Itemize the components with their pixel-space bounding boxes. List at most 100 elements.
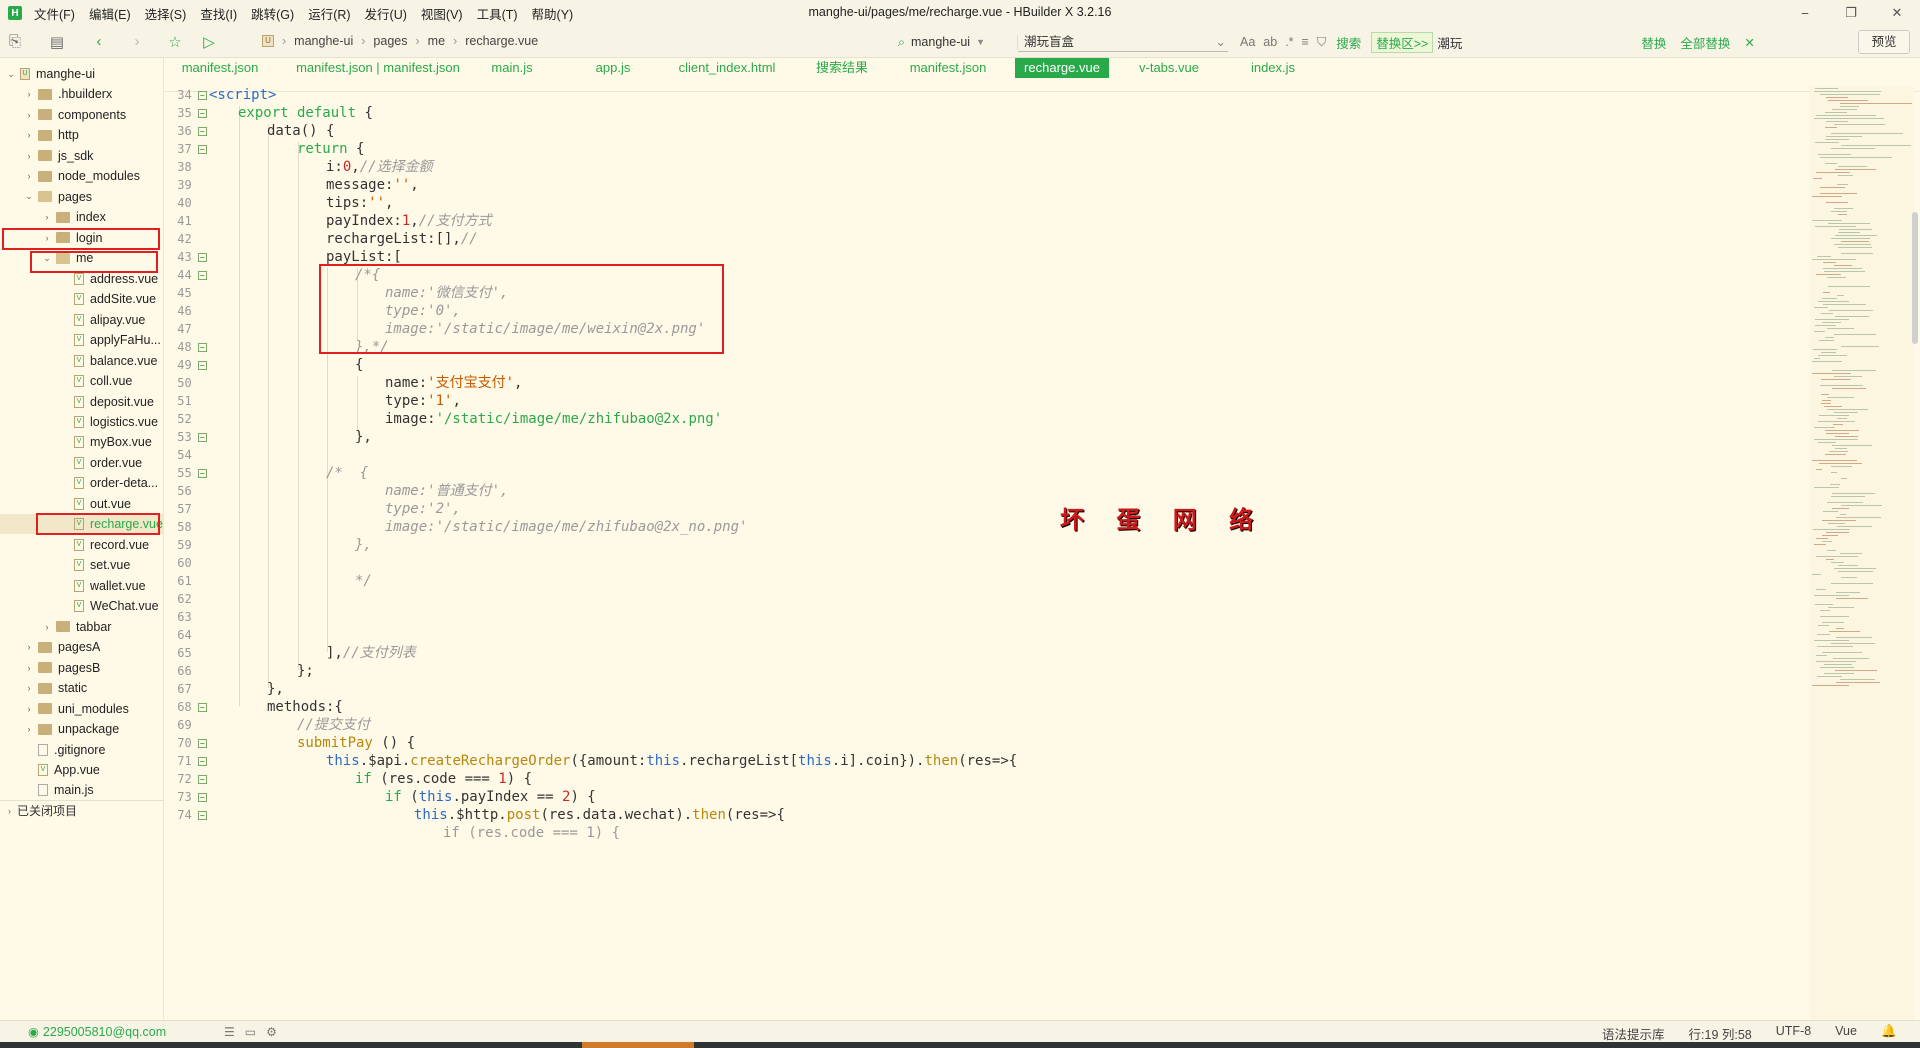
fold-marker-icon[interactable]: − bbox=[196, 87, 209, 103]
fold-marker-icon[interactable]: − bbox=[196, 339, 209, 355]
tab-main-js[interactable]: main.js bbox=[485, 58, 539, 78]
collapse-icon[interactable]: − bbox=[197, 360, 207, 370]
collapse-icon[interactable]: − bbox=[197, 810, 207, 820]
tree-item-coll-vue[interactable]: Vcoll.vue bbox=[0, 371, 164, 391]
collapse-icon[interactable]: − bbox=[197, 702, 207, 712]
menu-goto[interactable]: 跳转(G) bbox=[251, 4, 294, 23]
tab-client-index-html[interactable]: client_index.html bbox=[675, 58, 779, 78]
closed-projects[interactable]: › 已关闭项目 bbox=[0, 800, 163, 820]
close-window-icon[interactable]: ✕ bbox=[1874, 0, 1920, 26]
tree-item-wechat-vue[interactable]: V WeChat.vue bbox=[0, 596, 164, 616]
tab-recharge-vue[interactable]: recharge.vue bbox=[1015, 58, 1109, 78]
tree-item-main-js[interactable]: main.js bbox=[0, 780, 164, 800]
collapse-icon[interactable]: − bbox=[197, 738, 207, 748]
chevron-down-icon[interactable]: ⌄ bbox=[6, 69, 16, 80]
tab-app-js[interactable]: app.js bbox=[593, 58, 633, 78]
collapse-icon[interactable]: − bbox=[197, 468, 207, 478]
collapse-icon[interactable]: − bbox=[197, 252, 207, 262]
fold-marker-icon[interactable]: − bbox=[196, 123, 209, 139]
regex-icon[interactable]: .* bbox=[1285, 35, 1293, 49]
tree-item-components[interactable]: › components bbox=[0, 105, 164, 125]
breadcrumb-item[interactable]: me bbox=[428, 34, 445, 48]
collapse-icon[interactable]: − bbox=[197, 774, 207, 784]
tree-item-alipay-vue[interactable]: Valipay.vue bbox=[0, 310, 164, 330]
chevron-right-icon[interactable]: › bbox=[24, 642, 34, 652]
fold-marker-icon[interactable]: − bbox=[196, 699, 209, 715]
preview-button[interactable]: 预览 bbox=[1858, 30, 1910, 54]
forward-icon[interactable]: › bbox=[122, 33, 152, 50]
file-encoding[interactable]: UTF-8 bbox=[1776, 1024, 1811, 1043]
tab-manifest-json[interactable]: manifest.json bbox=[177, 58, 263, 78]
tree-item-order-deta[interactable]: Vorder-deta... bbox=[0, 473, 164, 493]
chevron-right-icon[interactable]: › bbox=[24, 171, 34, 181]
fold-marker-icon[interactable]: − bbox=[196, 105, 209, 121]
replace-all-button[interactable]: 全部替换 bbox=[1680, 33, 1730, 52]
favorite-star-icon[interactable]: ☆ bbox=[160, 33, 190, 51]
chevron-right-icon[interactable]: › bbox=[24, 89, 34, 99]
breadcrumb-item[interactable]: recharge.vue bbox=[465, 34, 538, 48]
collapse-icon[interactable]: − bbox=[197, 342, 207, 352]
tree-item-pages[interactable]: ⌄ pages bbox=[0, 187, 164, 207]
fold-marker-icon[interactable]: − bbox=[196, 429, 209, 445]
tree-item-logistics-vue[interactable]: Vlogistics.vue bbox=[0, 412, 164, 432]
tree-item-out-vue[interactable]: Vout.vue bbox=[0, 494, 164, 514]
tree-item-record-vue[interactable]: Vrecord.vue bbox=[0, 535, 164, 555]
replace-area-toggle[interactable]: 替换区>> bbox=[1371, 31, 1434, 53]
restore-icon[interactable]: ❐ bbox=[1828, 0, 1874, 26]
collapse-icon[interactable]: − bbox=[197, 108, 207, 118]
fold-marker-icon[interactable]: − bbox=[196, 807, 209, 823]
chevron-down-icon[interactable]: ⌄ bbox=[1216, 32, 1226, 52]
collapse-icon[interactable]: − bbox=[197, 270, 207, 280]
menu-publish[interactable]: 发行(U) bbox=[365, 4, 407, 23]
fold-marker-icon[interactable]: − bbox=[196, 753, 209, 769]
file-language[interactable]: Vue bbox=[1835, 1024, 1857, 1043]
chevron-right-icon[interactable]: › bbox=[42, 212, 52, 222]
tree-item-js-sdk[interactable]: › js_sdk bbox=[0, 146, 164, 166]
tree-item-hbuilderx[interactable]: › .hbuilderx bbox=[0, 84, 164, 104]
chevron-right-icon[interactable]: › bbox=[24, 704, 34, 714]
tree-item-set-vue[interactable]: Vset.vue bbox=[0, 555, 164, 575]
tree-item-wallet-vue[interactable]: Vwallet.vue bbox=[0, 576, 164, 596]
chevron-right-icon[interactable]: › bbox=[24, 110, 34, 120]
collapse-icon[interactable]: − bbox=[197, 792, 207, 802]
filter-icon[interactable]: ⛉ bbox=[1317, 35, 1326, 50]
close-search-icon[interactable]: ✕ bbox=[1744, 35, 1754, 50]
tree-item-http[interactable]: › http bbox=[0, 125, 164, 145]
scrollbar-thumb[interactable] bbox=[1912, 212, 1918, 344]
tree-item-mybox-vue[interactable]: VmyBox.vue bbox=[0, 432, 164, 452]
breadcrumb-item[interactable]: manghe-ui bbox=[294, 34, 353, 48]
search-input[interactable]: 潮玩盲盒 ⌄ bbox=[1018, 32, 1228, 52]
tree-item-manghe-ui[interactable]: ⌄ Umanghe-ui bbox=[0, 64, 164, 84]
chevron-down-icon[interactable]: ⌄ bbox=[24, 191, 34, 202]
chevron-right-icon[interactable]: › bbox=[24, 130, 34, 140]
tree-item-unpackage[interactable]: › unpackage bbox=[0, 719, 164, 739]
menu-run[interactable]: 运行(R) bbox=[308, 4, 350, 23]
collapse-icon[interactable]: − bbox=[197, 432, 207, 442]
menu-help[interactable]: 帮助(Y) bbox=[532, 4, 574, 23]
fold-marker-icon[interactable]: − bbox=[196, 789, 209, 805]
fold-marker-icon[interactable]: − bbox=[196, 267, 209, 283]
match-case-icon[interactable]: Aa bbox=[1240, 35, 1255, 49]
run-icon[interactable]: ▷ bbox=[194, 33, 224, 51]
fold-marker-icon[interactable]: − bbox=[196, 249, 209, 265]
whole-word-icon[interactable]: ab bbox=[1263, 35, 1277, 49]
tree-item-gitignore[interactable]: .gitignore bbox=[0, 740, 164, 760]
replace-input[interactable]: 潮玩 bbox=[1437, 33, 1637, 52]
cursor-position[interactable]: 行:19 列:58 bbox=[1689, 1024, 1752, 1043]
tab-index-js[interactable]: index.js bbox=[1245, 58, 1301, 78]
breadcrumb-item[interactable]: pages bbox=[373, 34, 407, 48]
chevron-right-icon[interactable]: › bbox=[24, 724, 34, 734]
tab-manifest-json-split[interactable]: manifest.json | manifest.json bbox=[289, 58, 467, 78]
list-icon[interactable]: ☰ bbox=[224, 1025, 235, 1039]
tree-item-static[interactable]: › static bbox=[0, 678, 164, 698]
minimize-icon[interactable]: ⎯ bbox=[1782, 0, 1828, 26]
replace-button[interactable]: 替换 bbox=[1641, 33, 1666, 52]
tree-item-tabbar[interactable]: › tabbar bbox=[0, 617, 164, 637]
tree-item-pagesa[interactable]: › pagesA bbox=[0, 637, 164, 657]
new-file-icon[interactable]: ⎘ bbox=[0, 33, 30, 50]
menu-tools[interactable]: 工具(T) bbox=[477, 4, 518, 23]
tree-item-deposit-vue[interactable]: Vdeposit.vue bbox=[0, 392, 164, 412]
fold-marker-icon[interactable]: − bbox=[196, 771, 209, 787]
menu-find[interactable]: 查找(I) bbox=[200, 4, 237, 23]
chevron-right-icon[interactable]: › bbox=[24, 151, 34, 161]
